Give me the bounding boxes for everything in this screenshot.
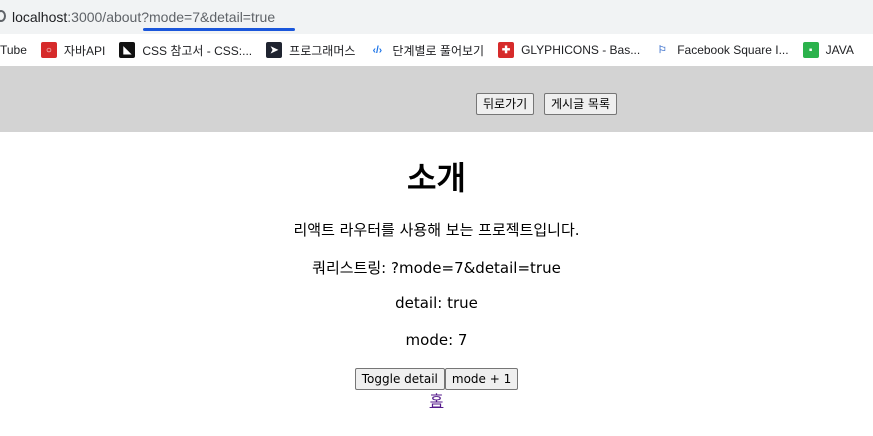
mdn-icon: ◣ <box>119 42 136 58</box>
project-description: 리액트 라우터를 사용해 보는 프로젝트입니다. <box>293 221 580 239</box>
programmers-icon: ➤ <box>266 42 283 58</box>
bookmarks-bar: Tube ○ 자바API ◣ CSS 참고서 - CSS:... ➤ 프로그래머… <box>0 34 873 66</box>
action-buttons: Toggle detail mode + 1 <box>0 368 873 390</box>
home-link-container: 홈 <box>0 390 873 411</box>
bookmark-java-api[interactable]: ○ 자바API <box>35 36 113 64</box>
mode-value: mode: 7 <box>405 331 468 349</box>
bookmark-youtube[interactable]: Tube <box>0 36 35 64</box>
post-list-button[interactable]: 게시글 목록 <box>544 93 618 115</box>
url-query-highlight <box>143 28 295 31</box>
flag-icon: ⚐ <box>657 44 667 56</box>
toggle-detail-button[interactable]: Toggle detail <box>354 368 445 390</box>
glyphicons-icon: ✚ <box>498 42 515 58</box>
querystring-text: 쿼리스트링: ?mode=7&detail=true <box>312 259 561 277</box>
page-title: 소개 <box>407 159 466 197</box>
home-link[interactable]: 홈 <box>430 392 444 410</box>
bookmark-glyphicons[interactable]: ✚ GLYPHICONS - Bas... <box>492 36 648 64</box>
code-icon: ‹/› <box>372 44 383 56</box>
bookmark-css-reference[interactable]: ◣ CSS 참고서 - CSS:... <box>113 36 260 64</box>
bookmark-java[interactable]: ▪ JAVA <box>797 36 862 64</box>
back-button[interactable]: 뒤로가기 <box>476 93 535 115</box>
oracle-icon: ○ <box>40 42 57 58</box>
bookmark-facebook-square[interactable]: ⚐ Facebook Square I... <box>648 36 796 64</box>
address-bar[interactable]: localhost:3000/about?mode=7&detail=true <box>0 0 873 34</box>
bookmark-step-by-step[interactable]: ‹/› 단계별로 풀어보기 <box>363 36 492 64</box>
page-header: 뒤로가기 게시글 목록 <box>0 66 873 132</box>
bookmark-programmers[interactable]: ➤ 프로그래머스 <box>260 36 363 64</box>
site-info-icon[interactable] <box>0 10 6 22</box>
java-chat-icon: ▪ <box>802 42 819 58</box>
detail-value: detail: true <box>395 294 478 312</box>
mode-increment-button[interactable]: mode + 1 <box>444 368 519 390</box>
url-text[interactable]: localhost:3000/about?mode=7&detail=true <box>12 9 275 25</box>
